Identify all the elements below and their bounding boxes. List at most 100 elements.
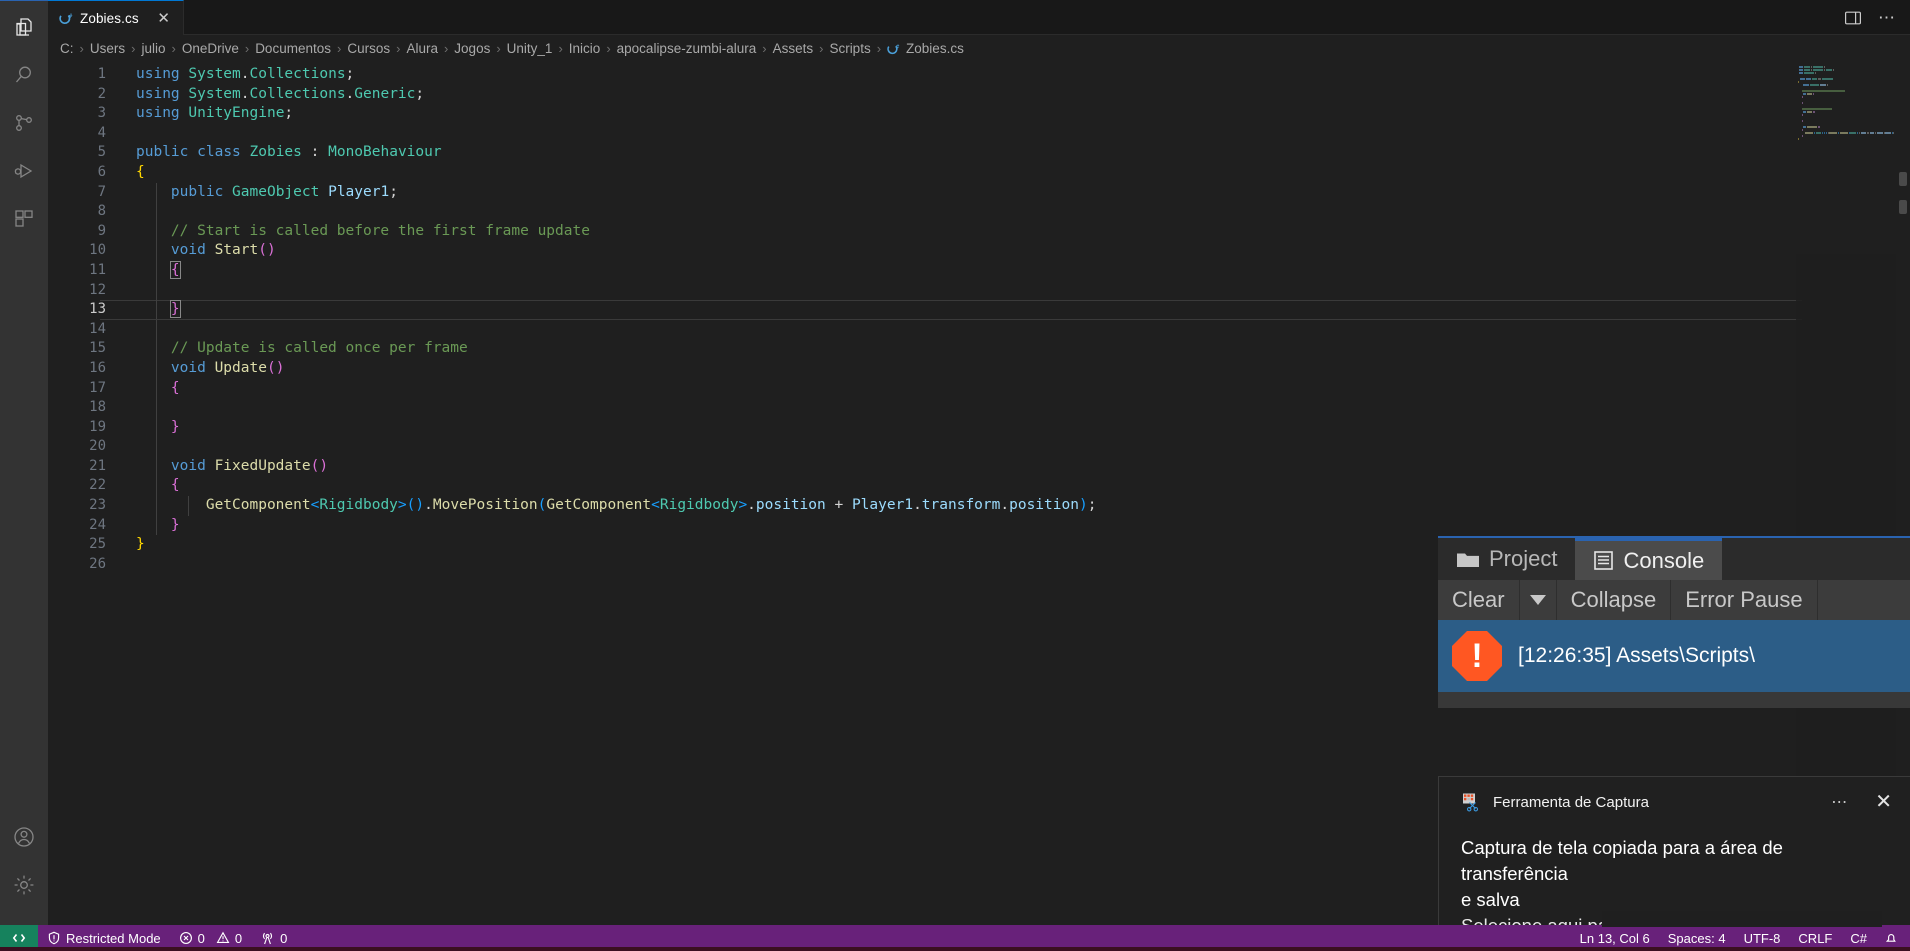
code-token: { xyxy=(169,260,181,279)
line-number: 21 xyxy=(89,457,106,474)
breadcrumb-item[interactable]: Users xyxy=(90,41,125,56)
notification-actions: ⋯ ✕ xyxy=(1831,792,1892,812)
sidebar-item-manage[interactable] xyxy=(0,861,48,909)
code-line[interactable]: 6{ xyxy=(48,163,1910,183)
code-line[interactable]: 17 { xyxy=(48,378,1910,399)
code-line[interactable]: 24 } xyxy=(48,515,1910,536)
code-line[interactable]: 18 xyxy=(48,398,1910,418)
code-line[interactable]: 13 } xyxy=(48,300,1910,320)
code-line[interactable]: 11 { xyxy=(48,260,1910,281)
breadcrumb-separator: › xyxy=(79,41,84,56)
close-icon[interactable]: ✕ xyxy=(155,9,173,27)
code-line[interactable]: 1 using System.Collections; xyxy=(48,65,1910,85)
clear-dropdown-button[interactable] xyxy=(1520,580,1557,620)
unity-console-window[interactable]: Project Console Clear Collapse Error Pau… xyxy=(1438,536,1910,708)
code-line[interactable]: 16 void Update() xyxy=(48,358,1910,379)
code-line[interactable]: 22 { xyxy=(48,476,1910,497)
sidebar-item-extensions[interactable] xyxy=(0,195,48,243)
code-line[interactable]: 2 using System.Collections.Generic; xyxy=(48,85,1910,105)
minimap-token xyxy=(1815,72,1817,74)
unity-tab-project[interactable]: Project xyxy=(1438,538,1576,580)
code-token: Update xyxy=(214,359,267,376)
collapse-button[interactable]: Collapse xyxy=(1557,580,1672,620)
code-line[interactable]: 4 xyxy=(48,124,1910,144)
breadcrumb-item[interactable]: C: xyxy=(60,41,74,56)
code-line[interactable]: 5 public class Zobies : MonoBehaviour xyxy=(48,143,1910,163)
code-line-text: { xyxy=(136,260,181,281)
unity-tab-label: Console xyxy=(1623,547,1705,573)
line-number: 12 xyxy=(89,281,106,298)
code-token: ; xyxy=(1087,497,1097,514)
close-icon[interactable]: ✕ xyxy=(1875,792,1892,812)
line-number: 17 xyxy=(89,379,106,396)
code-line[interactable]: 7 public GameObject Player1; xyxy=(48,182,1910,203)
sidebar-item-run-and-debug[interactable] xyxy=(0,147,48,195)
minimap-line xyxy=(1801,102,1894,104)
minimap-token xyxy=(1883,132,1885,134)
breadcrumb-item-file[interactable]: # Zobies.cs xyxy=(887,41,964,56)
minimap-token xyxy=(1838,132,1839,134)
breadcrumb-item[interactable]: Unity_1 xyxy=(507,41,553,56)
code-line[interactable]: 10 void Start() xyxy=(48,241,1910,261)
code-token: + xyxy=(825,497,852,514)
status-ports-count: 0 xyxy=(280,930,288,946)
minimap-token xyxy=(1869,132,1875,134)
sidebar-item-source-control[interactable] xyxy=(0,99,48,147)
sidebar-item-explorer[interactable] xyxy=(0,3,48,51)
code-line[interactable]: 8 xyxy=(48,202,1910,222)
minimap-token xyxy=(1825,132,1827,134)
code-line[interactable]: 14 xyxy=(48,319,1910,340)
code-token: () xyxy=(266,359,285,376)
sidebar-item-accounts[interactable] xyxy=(0,813,48,861)
sidebar-item-search[interactable] xyxy=(0,51,48,99)
toggle-panel-icon[interactable] xyxy=(1838,3,1868,33)
code-token: { xyxy=(136,163,145,180)
code-token: Start xyxy=(214,242,259,259)
folder-icon xyxy=(1456,550,1480,569)
unity-tab-console[interactable]: Console xyxy=(1575,538,1723,580)
code-token: () xyxy=(258,242,276,259)
code-line[interactable]: 3 using UnityEngine; xyxy=(48,104,1910,124)
code-token: Player1 xyxy=(328,183,390,200)
breadcrumb-item[interactable]: Jogos xyxy=(454,41,490,56)
snipping-tool-notification[interactable]: Ferramenta de Captura ⋯ ✕ Captura de tel… xyxy=(1438,776,1910,936)
code-token: () xyxy=(310,457,329,474)
line-number: 4 xyxy=(97,124,106,141)
error-pause-button[interactable]: Error Pause xyxy=(1671,580,1818,620)
code-token: Rigidbody xyxy=(659,497,739,514)
code-line-text: using System.Collections; xyxy=(136,65,354,85)
code-line-text: { xyxy=(136,476,180,496)
breadcrumb-item[interactable]: julio xyxy=(141,41,165,56)
code-line-text: public class Zobies : MonoBehaviour xyxy=(136,143,442,163)
clear-button[interactable]: Clear xyxy=(1438,580,1520,620)
code-line[interactable]: 19 } xyxy=(48,417,1910,438)
line-number: 6 xyxy=(97,163,106,180)
line-number: 10 xyxy=(89,242,106,259)
breadcrumb-item[interactable]: Inicio xyxy=(569,41,601,56)
code-token: . xyxy=(913,497,922,514)
more-icon[interactable]: ⋯ xyxy=(1831,792,1849,812)
minimap-token xyxy=(1885,132,1891,134)
minimap-token xyxy=(1818,78,1821,80)
console-entry[interactable]: ! [12:26:35] Assets\Scripts\ xyxy=(1438,620,1910,692)
breadcrumb-item[interactable]: Documentos xyxy=(255,41,331,56)
code-line[interactable]: 12 xyxy=(48,280,1910,301)
code-line[interactable]: 15 // Update is called once per frame xyxy=(48,339,1910,359)
code-line[interactable]: 9 // Start is called before the first fr… xyxy=(48,221,1910,242)
more-actions-icon[interactable]: ⋯ xyxy=(1872,3,1902,33)
tab-zobies-cs[interactable]: # Zobies.cs ✕ xyxy=(48,0,184,35)
minimap-line xyxy=(1798,138,1894,140)
code-token: Player1 xyxy=(851,497,914,514)
breadcrumb-item[interactable]: Scripts xyxy=(829,41,870,56)
code-token: System xyxy=(188,66,241,82)
breadcrumb-item[interactable]: Assets xyxy=(773,41,814,56)
breadcrumb-item[interactable]: apocalipse-zumbi-alura xyxy=(617,41,757,56)
breadcrumb-item[interactable]: Alura xyxy=(406,41,438,56)
breadcrumb-item[interactable]: Cursos xyxy=(347,41,390,56)
breadcrumb-item[interactable]: OneDrive xyxy=(182,41,239,56)
code-line[interactable]: 21 void FixedUpdate() xyxy=(48,456,1910,477)
code-line[interactable]: 23 GetComponent<Rigidbody>().MovePositio… xyxy=(48,496,1910,516)
code-line[interactable]: 20 xyxy=(48,437,1910,457)
